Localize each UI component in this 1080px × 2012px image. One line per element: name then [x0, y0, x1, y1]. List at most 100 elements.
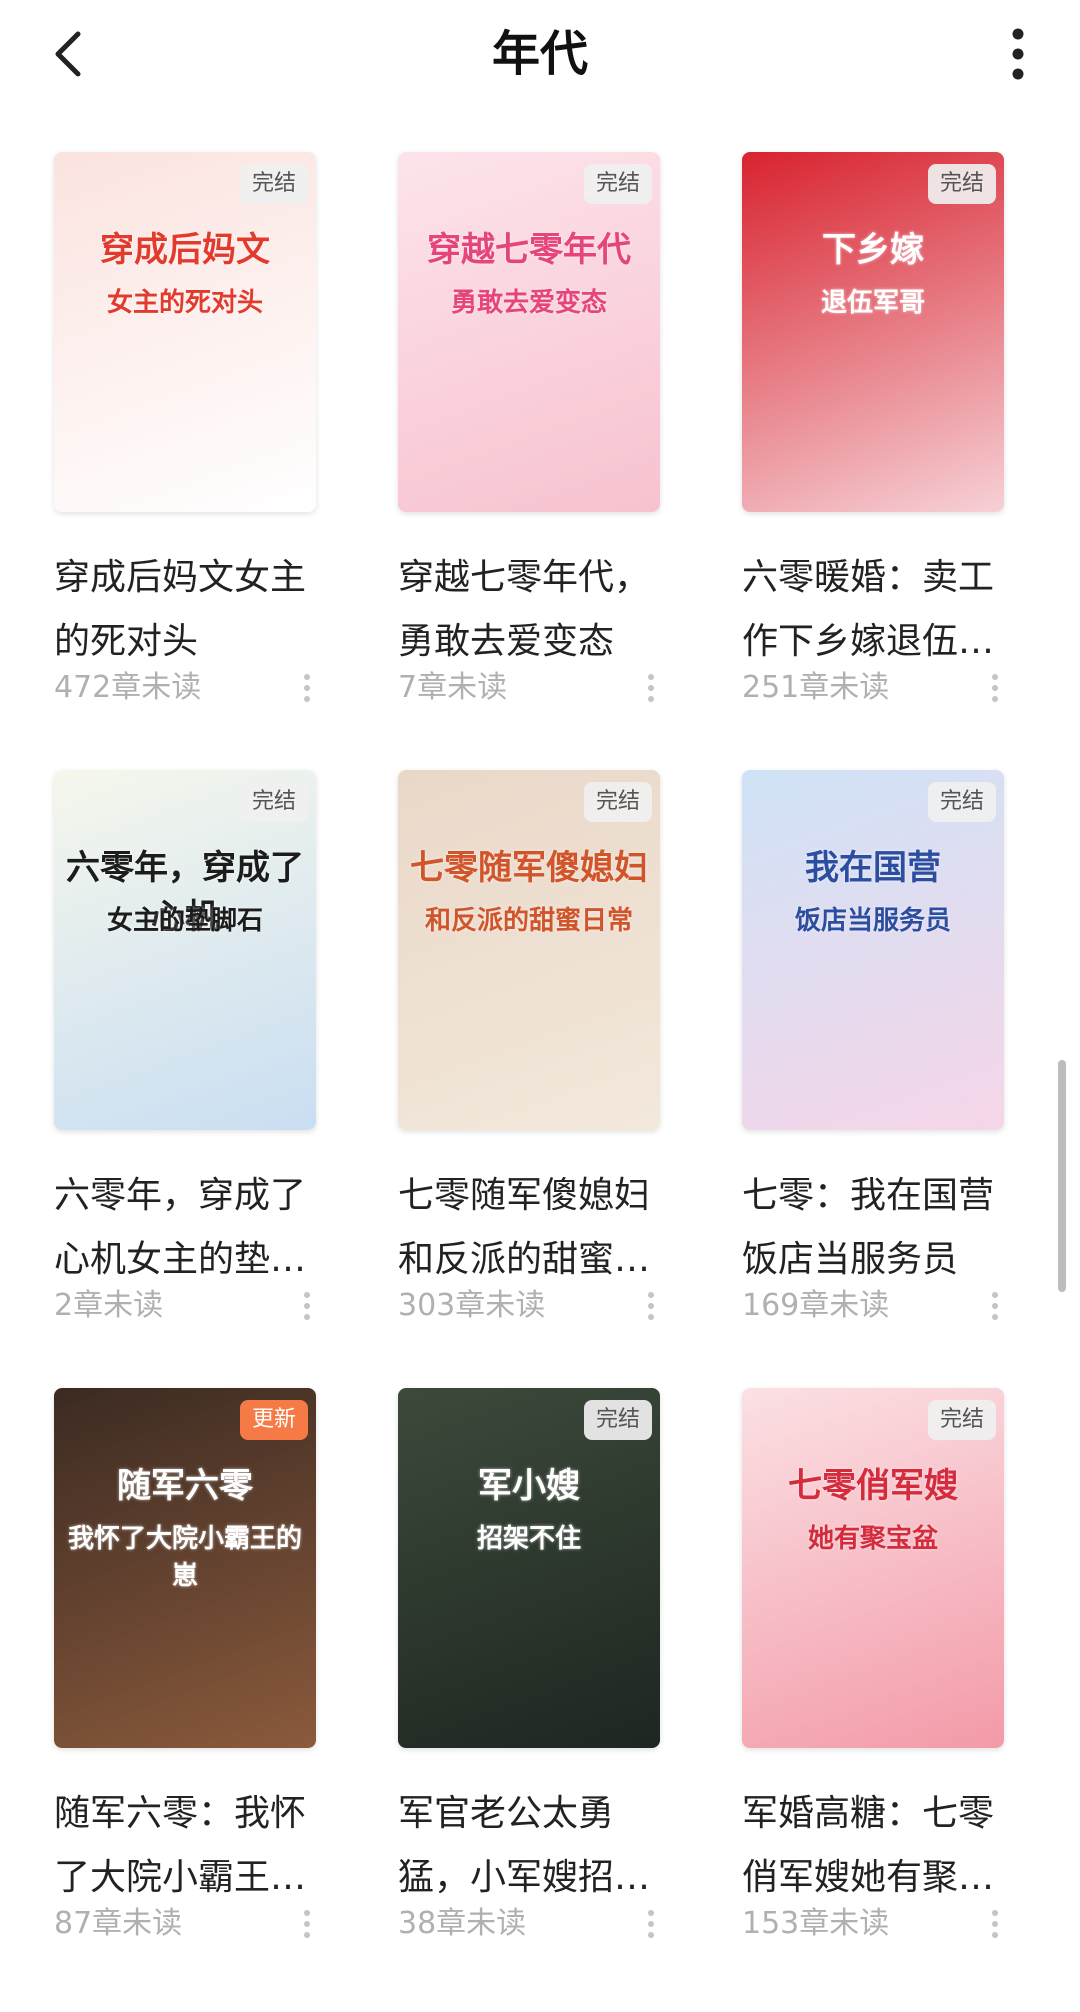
book-more-button[interactable]	[642, 1904, 660, 1944]
dot-icon	[992, 1303, 998, 1309]
dot-icon	[992, 674, 998, 680]
unread-count: 303章未读	[398, 1288, 546, 1323]
status-badge: 更新	[239, 1400, 308, 1440]
unread-count: 251章未读	[742, 670, 890, 705]
status-badge: 完结	[239, 782, 308, 822]
dot-icon	[648, 1932, 654, 1938]
dot-icon	[304, 1314, 310, 1320]
book-title[interactable]: 六零暖婚：卖工作下乡嫁退伍军哥	[742, 546, 1004, 674]
book-more-button[interactable]	[986, 1904, 1004, 1944]
dot-icon	[648, 1910, 654, 1916]
cover-subtitle-line: 女主的死对头	[106, 288, 263, 318]
status-badge: 完结	[583, 1400, 652, 1440]
cover-subtitle-line: 饭店当服务员	[794, 906, 951, 936]
dot-icon	[992, 1292, 998, 1298]
dot-icon	[992, 1314, 998, 1320]
dot-icon	[648, 1921, 654, 1927]
book-title[interactable]: 军婚高糖：七零俏军嫂她有聚宝盆	[742, 1782, 1004, 1910]
status-badge: 完结	[583, 782, 652, 822]
dot-icon	[304, 674, 310, 680]
book-more-button[interactable]	[986, 1286, 1004, 1326]
unread-count: 2章未读	[54, 1288, 164, 1323]
dot-icon	[304, 696, 310, 702]
cover-artwork	[54, 770, 316, 1130]
cover-subtitle-line: 招架不住	[476, 1524, 581, 1554]
cover-title-line: 我在国营	[805, 848, 941, 888]
dot-icon	[304, 1921, 310, 1927]
book-card[interactable]: 七零俏军嫂她有聚宝盆 完结军婚高糖：七零俏军嫂她有聚宝盆153章未读	[742, 1388, 1012, 1948]
cover-artwork	[398, 1388, 660, 1748]
cover-title-line: 七零俏军嫂	[788, 1466, 958, 1506]
book-more-button[interactable]	[298, 668, 316, 708]
cover-subtitle-line: 我怀了大院小霸王的崽	[67, 1524, 302, 1591]
status-badge: 完结	[927, 782, 996, 822]
cover-artwork	[398, 152, 660, 512]
cover-title-line: 穿越七零年代	[427, 230, 631, 270]
dot-icon	[992, 1910, 998, 1916]
book-grid: 穿成后妈文 女主的死对头 完结 穿成后妈文女主的死对头 472章未读 穿越七零年代 勇敢去爱…	[0, 0, 1080, 2012]
book-card[interactable]: 随军六零我怀了大院小霸王的崽 更新随军六零：我怀了大院小霸王的崽87章未读	[54, 1388, 324, 1948]
dot-icon	[304, 685, 310, 691]
book-cover[interactable]: 我在国营饭店当服务员 完结	[742, 770, 1004, 1130]
book-cover[interactable]: 七零俏军嫂她有聚宝盆 完结	[742, 1388, 1004, 1748]
unread-count: 472章未读	[54, 670, 202, 705]
unread-count: 153章未读	[742, 1906, 890, 1941]
dot-icon	[304, 1292, 310, 1298]
dot-icon	[992, 685, 998, 691]
cover-title-line: 下乡嫁	[822, 230, 924, 270]
book-card[interactable]: 军小嫂招架不住 完结军官老公太勇猛，小军嫂招架不住38章未读	[398, 1388, 668, 1948]
book-card[interactable]: 七零随军傻媳妇和反派的甜蜜日常完结七零随军傻媳妇和反派的甜蜜日常303章未读	[398, 770, 668, 1330]
cover-subtitle-line: 和反派的甜蜜日常	[424, 906, 633, 936]
book-title[interactable]: 军官老公太勇猛，小军嫂招架不住	[398, 1782, 660, 1910]
book-cover[interactable]: 穿越七零年代勇敢去爱变态 完结	[398, 152, 660, 512]
book-more-button[interactable]	[642, 668, 660, 708]
book-cover[interactable]: 下乡嫁 退伍军哥 完结	[742, 152, 1004, 512]
dot-icon	[648, 1292, 654, 1298]
status-badge: 完结	[927, 1400, 996, 1440]
dot-icon	[648, 674, 654, 680]
book-more-button[interactable]	[298, 1904, 316, 1944]
dot-icon	[648, 685, 654, 691]
book-card[interactable]: 穿越七零年代 勇敢去爱变态 完结 穿越七零年代，勇敢去爱变态 7章未读	[398, 152, 668, 712]
dot-icon	[304, 1932, 310, 1938]
book-title[interactable]: 七零：我在国营饭店当服务员	[742, 1164, 1004, 1292]
unread-count: 87章未读	[54, 1906, 183, 1941]
book-card[interactable]: 穿成后妈文 女主的死对头 完结 穿成后妈文女主的死对头 472章未读	[54, 152, 324, 712]
book-title[interactable]: 随军六零：我怀了大院小霸王的崽	[54, 1782, 316, 1910]
dot-icon	[304, 1303, 310, 1309]
book-title[interactable]: 七零随军傻媳妇和反派的甜蜜日常	[398, 1164, 660, 1292]
dot-icon	[304, 1910, 310, 1916]
cover-artwork	[742, 152, 1004, 512]
cover-title-line: 七零随军傻媳妇	[410, 848, 648, 888]
book-card[interactable]: 我在国营饭店当服务员 完结七零：我在国营饭店当服务员 169章未读	[742, 770, 1012, 1330]
status-badge: 完结	[583, 164, 652, 204]
book-more-button[interactable]	[642, 1286, 660, 1326]
cover-artwork	[742, 1388, 1004, 1748]
book-cover[interactable]: 军小嫂 招架不住 完结	[398, 1388, 660, 1748]
book-cover[interactable]: 穿成后妈文女主的死对头 完结	[54, 152, 316, 512]
cover-subtitle-line: 她有聚宝盆	[807, 1524, 938, 1554]
cover-title-line: 穿成后妈文	[100, 230, 270, 270]
dot-icon	[648, 696, 654, 702]
dot-icon	[992, 1932, 998, 1938]
book-title[interactable]: 六零年，穿成了心机女主的垫脚石	[54, 1164, 316, 1292]
scrollbar[interactable]	[1058, 1060, 1066, 1292]
cover-subtitle-line: 女主的垫脚石	[106, 906, 263, 936]
book-more-button[interactable]	[298, 1286, 316, 1326]
book-title[interactable]: 穿越七零年代，勇敢去爱变态	[398, 546, 660, 674]
book-cover[interactable]: 七零随军傻媳妇和反派的甜蜜日常 完结	[398, 770, 660, 1130]
cover-artwork	[742, 770, 1004, 1130]
dot-icon	[992, 1921, 998, 1927]
status-badge: 完结	[239, 164, 308, 204]
book-cover[interactable]: 六零年，穿成了心机 女主的垫脚石 完结	[54, 770, 316, 1130]
dot-icon	[648, 1314, 654, 1320]
cover-artwork	[54, 152, 316, 512]
unread-count: 169章未读	[742, 1288, 890, 1323]
book-card[interactable]: 六零年，穿成了心机女主的垫脚石完结六零年，穿成了心机女主的垫脚石2章未读	[54, 770, 324, 1330]
cover-title-line: 随军六零	[117, 1466, 253, 1506]
book-title[interactable]: 穿成后妈文女主的死对头	[54, 546, 316, 674]
book-more-button[interactable]	[986, 668, 1004, 708]
cover-subtitle-line: 勇敢去爱变态	[450, 288, 607, 318]
book-card[interactable]: 下乡嫁退伍军哥 完结六零暖婚：卖工作下乡嫁退伍军哥251章未读	[742, 152, 1012, 712]
book-cover[interactable]: 随军六零我怀了大院小霸王的崽 更新	[54, 1388, 316, 1748]
